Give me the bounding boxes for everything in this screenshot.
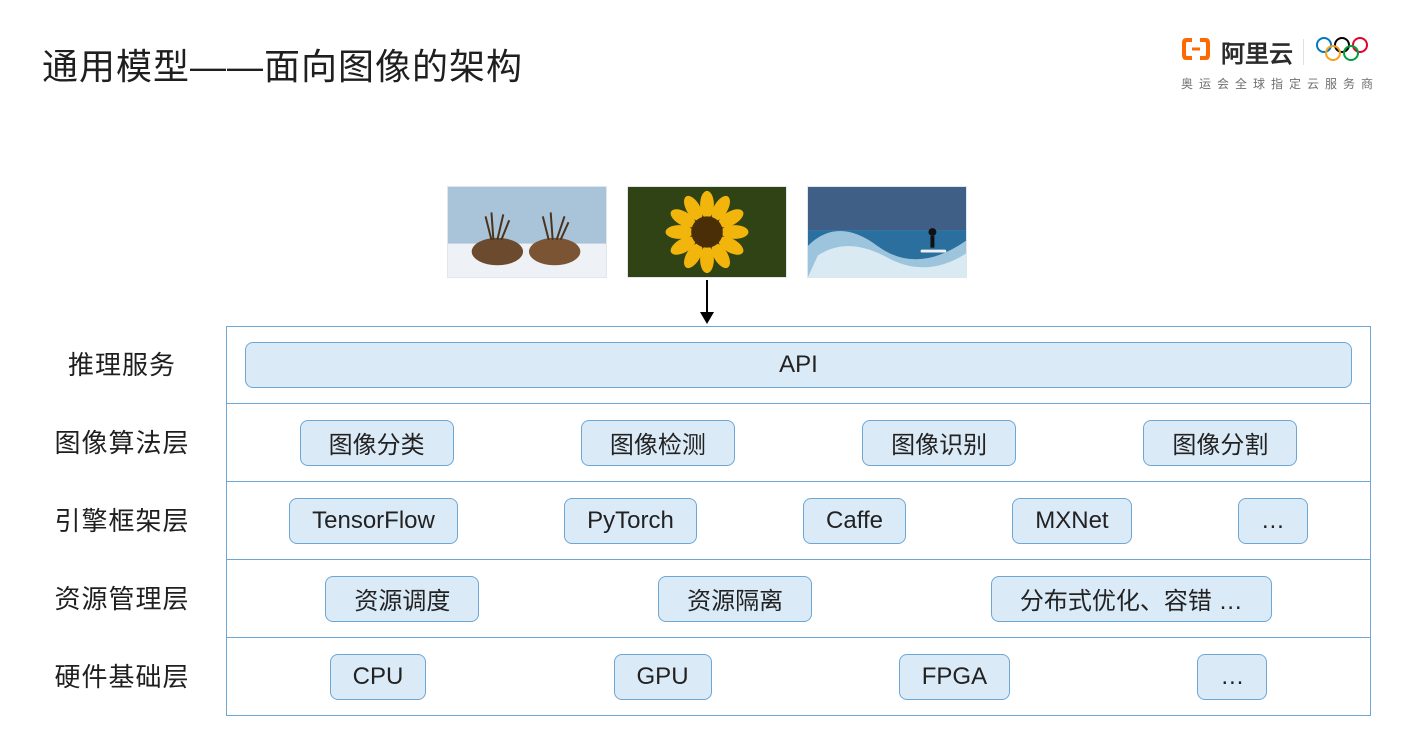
- box-engine-more: …: [1238, 498, 1308, 544]
- box-image-detection: 图像检测: [581, 420, 735, 466]
- box-image-classification: 图像分类: [300, 420, 454, 466]
- layer-label-resource: 资源管理层: [42, 560, 202, 638]
- layer-label-algorithm: 图像算法层: [42, 404, 202, 482]
- box-api: API: [245, 342, 1352, 388]
- brand-divider: [1303, 39, 1304, 65]
- box-tensorflow: TensorFlow: [289, 498, 458, 544]
- layer-labels-column: 推理服务 图像算法层 引擎框架层 资源管理层 硬件基础层: [42, 326, 202, 716]
- box-image-segmentation: 图像分割: [1143, 420, 1297, 466]
- down-arrow-icon: [697, 280, 717, 329]
- box-gpu: GPU: [614, 654, 712, 700]
- layer-label-hardware: 硬件基础层: [42, 638, 202, 716]
- layer-label-engine: 引擎框架层: [42, 482, 202, 560]
- box-resource-schedule: 资源调度: [325, 576, 479, 622]
- sample-images-row: [0, 186, 1413, 278]
- brand-name: 阿里云: [1221, 34, 1293, 69]
- box-mxnet: MXNet: [1012, 498, 1131, 544]
- slide-title: 通用模型——面向图像的架构: [42, 38, 523, 90]
- box-resource-isolation: 资源隔离: [658, 576, 812, 622]
- layer-hardware: CPU GPU FPGA …: [226, 638, 1371, 716]
- box-caffe: Caffe: [803, 498, 906, 544]
- layer-resource: 资源调度 资源隔离 分布式优化、容错 …: [226, 560, 1371, 638]
- brand-subtitle: 奥运会全球指定云服务商: [1181, 75, 1379, 92]
- box-hardware-more: …: [1197, 654, 1267, 700]
- box-cpu: CPU: [330, 654, 427, 700]
- sample-image-surfer: [807, 186, 967, 278]
- layer-engine: TensorFlow PyTorch Caffe MXNet …: [226, 482, 1371, 560]
- olympic-rings-icon: [1314, 35, 1370, 68]
- aliyun-bracket-icon: [1181, 36, 1211, 67]
- layers-column: API 图像分类 图像检测 图像识别 图像分割 TensorFlow PyTor…: [226, 326, 1371, 716]
- box-fpga: FPGA: [899, 654, 1010, 700]
- layer-inference: API: [226, 326, 1371, 404]
- brand-block: 阿里云 奥运会全球指定云服务商: [1181, 34, 1379, 92]
- box-pytorch: PyTorch: [564, 498, 697, 544]
- box-distributed-opt: 分布式优化、容错 …: [991, 576, 1272, 622]
- sample-image-elk: [447, 186, 607, 278]
- layer-algorithm: 图像分类 图像检测 图像识别 图像分割: [226, 404, 1371, 482]
- sample-image-sunflower: [627, 186, 787, 278]
- box-image-recognition: 图像识别: [862, 420, 1016, 466]
- layer-label-inference: 推理服务: [42, 326, 202, 404]
